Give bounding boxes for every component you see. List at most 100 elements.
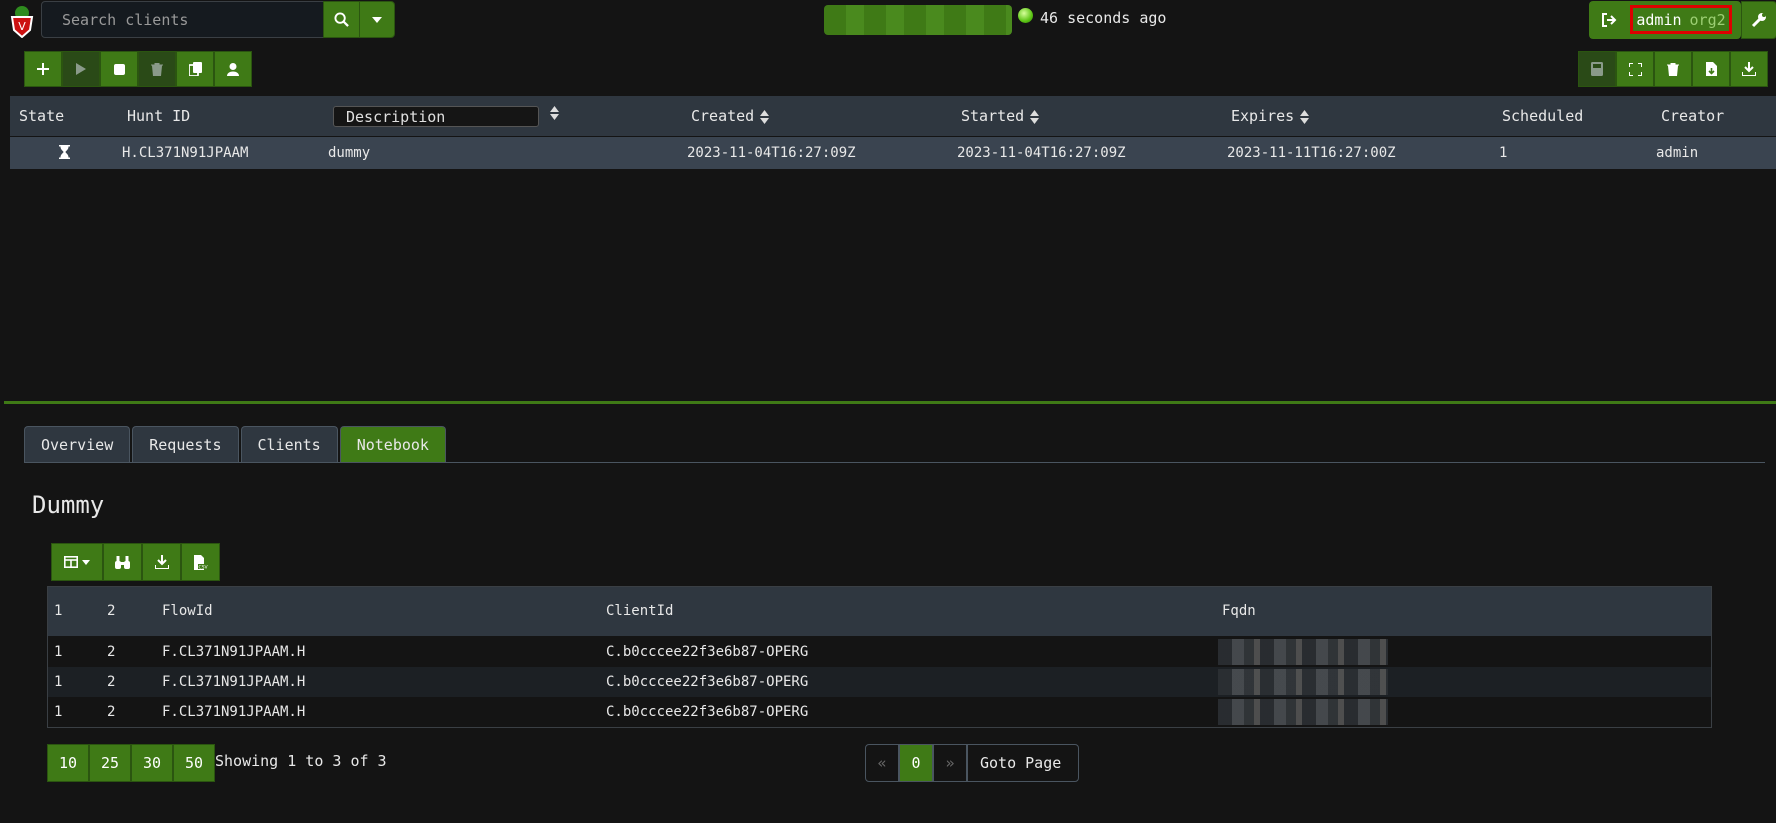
results-table: 1 2 FlowId ClientId Fqdn 1 2 F.CL371N91J… <box>47 586 1712 728</box>
page-size-selector: 10 25 30 50 <box>47 744 215 782</box>
fullscreen-button[interactable] <box>1616 51 1654 87</box>
fqdn-redacted <box>1218 669 1388 695</box>
svg-text:CSV: CSV <box>198 564 208 570</box>
notebook-toolbar: CSV <box>51 543 220 581</box>
download-csv-button[interactable]: CSV <box>181 543 220 581</box>
col-flowid[interactable]: FlowId <box>162 603 213 619</box>
cell-flowid: F.CL371N91JPAAM.H <box>162 674 306 690</box>
hunt-created: 2023-11-04T16:27:09Z <box>687 145 856 161</box>
stop-hunt-button[interactable] <box>100 51 138 87</box>
assign-user-button[interactable] <box>214 51 252 87</box>
cell-clientid[interactable]: C.b0cccee22f3e6b87-OPERG <box>606 644 808 660</box>
col-state[interactable]: State <box>19 107 64 125</box>
delete-hunt-button[interactable] <box>138 51 176 87</box>
showing-count: Showing 1 to 3 of 3 <box>215 752 387 770</box>
goto-page-input[interactable]: Goto Page <box>967 744 1079 782</box>
col-hunt-id[interactable]: Hunt ID <box>127 107 190 125</box>
tab-divider <box>24 462 1765 463</box>
tab-notebook[interactable]: Notebook <box>339 426 446 463</box>
next-page-button[interactable]: » <box>933 744 967 782</box>
col-1[interactable]: 1 <box>54 603 62 619</box>
col-clientid[interactable]: ClientId <box>606 603 673 619</box>
cell-1: 1 <box>54 674 63 690</box>
tab-overview[interactable]: Overview <box>24 426 131 463</box>
download-icon <box>154 555 169 569</box>
cell-2: 2 <box>107 704 116 720</box>
table-row: 1 2 F.CL371N91JPAAM.H C.b0cccee22f3e6b87… <box>48 667 1711 697</box>
current-page-button[interactable]: 0 <box>899 744 933 782</box>
notebook-button[interactable] <box>1578 51 1616 87</box>
caret-down-icon <box>82 559 90 565</box>
cell-2: 2 <box>107 674 116 690</box>
hunt-toolbar <box>24 51 252 87</box>
download-json-button[interactable] <box>142 543 181 581</box>
velociraptor-logo[interactable]: V <box>8 4 36 38</box>
stop-icon <box>113 63 125 75</box>
cell-flowid: F.CL371N91JPAAM.H <box>162 704 306 720</box>
wrench-icon <box>1751 13 1766 28</box>
col-creator[interactable]: Creator <box>1661 107 1724 125</box>
col-scheduled[interactable]: Scheduled <box>1502 107 1583 125</box>
description-filter-input[interactable] <box>333 106 539 127</box>
search-button[interactable] <box>323 1 360 38</box>
cell-clientid[interactable]: C.b0cccee22f3e6b87-OPERG <box>606 704 808 720</box>
search-input[interactable] <box>41 1 324 38</box>
logout-button[interactable] <box>1590 2 1628 38</box>
hunt-scheduled: 1 <box>1499 145 1508 161</box>
page-size-50[interactable]: 50 <box>173 744 215 782</box>
hunt-expires: 2023-11-11T16:27:00Z <box>1227 145 1396 161</box>
pane-splitter[interactable] <box>4 401 1776 404</box>
col-started[interactable]: Started <box>961 107 1040 125</box>
notebook-title: Dummy <box>32 491 105 519</box>
search-dropdown-button[interactable] <box>359 1 395 38</box>
sort-icon <box>1030 109 1040 124</box>
username: admin <box>1636 10 1682 29</box>
col-created[interactable]: Created <box>691 107 770 125</box>
book-icon <box>1591 62 1603 76</box>
download-button[interactable] <box>1730 51 1768 87</box>
hunt-row[interactable]: H.CL371N91JPAAM dummy 2023-11-04T16:27:0… <box>10 137 1776 169</box>
col-2[interactable]: 2 <box>107 603 115 619</box>
table-row: 1 2 F.CL371N91JPAAM.H C.b0cccee22f3e6b87… <box>48 697 1711 727</box>
sort-icon <box>1300 109 1310 124</box>
fqdn-redacted <box>1218 699 1388 725</box>
page-size-10[interactable]: 10 <box>47 744 89 782</box>
search-icon <box>334 12 349 27</box>
hunt-tabs: Overview Requests Clients Notebook <box>24 426 446 463</box>
col-created-label: Created <box>691 107 755 125</box>
tab-requests[interactable]: Requests <box>132 426 239 463</box>
settings-button[interactable] <box>1741 1 1776 39</box>
user-org-selector[interactable]: admin org2 <box>1630 5 1732 34</box>
copy-hunt-button[interactable] <box>176 51 214 87</box>
hunt-creator: admin <box>1656 145 1699 161</box>
hunt-view-toolbar <box>1578 51 1768 87</box>
cell-2: 2 <box>107 644 116 660</box>
cell-clientid[interactable]: C.b0cccee22f3e6b87-OPERG <box>606 674 808 690</box>
trash-icon <box>1667 62 1679 76</box>
page-size-30[interactable]: 30 <box>131 744 173 782</box>
prev-page-button[interactable]: « <box>865 744 899 782</box>
status-text: 46 seconds ago <box>1040 9 1167 27</box>
binoculars-icon <box>115 555 130 569</box>
download-icon <box>1742 62 1756 76</box>
sort-icon <box>760 109 770 124</box>
export-file-button[interactable] <box>1692 51 1730 87</box>
col-fqdn[interactable]: Fqdn <box>1222 603 1256 619</box>
run-hunt-button[interactable] <box>62 51 100 87</box>
new-hunt-button[interactable] <box>24 51 62 87</box>
columns-icon <box>64 556 78 568</box>
hunt-id[interactable]: H.CL371N91JPAAM <box>122 145 248 161</box>
play-icon <box>76 63 86 75</box>
hourglass-icon <box>59 145 70 159</box>
tab-clients[interactable]: Clients <box>240 426 338 463</box>
page-size-25[interactable]: 25 <box>89 744 131 782</box>
sort-icon[interactable] <box>550 106 559 120</box>
svg-text:V: V <box>18 20 26 33</box>
inspect-button[interactable] <box>103 543 142 581</box>
column-selector-button[interactable] <box>51 543 103 581</box>
expand-icon <box>1628 62 1642 76</box>
col-expires[interactable]: Expires <box>1231 107 1310 125</box>
delete-button[interactable] <box>1654 51 1692 87</box>
org-name: org2 <box>1689 10 1726 29</box>
hunt-description: dummy <box>328 145 371 161</box>
